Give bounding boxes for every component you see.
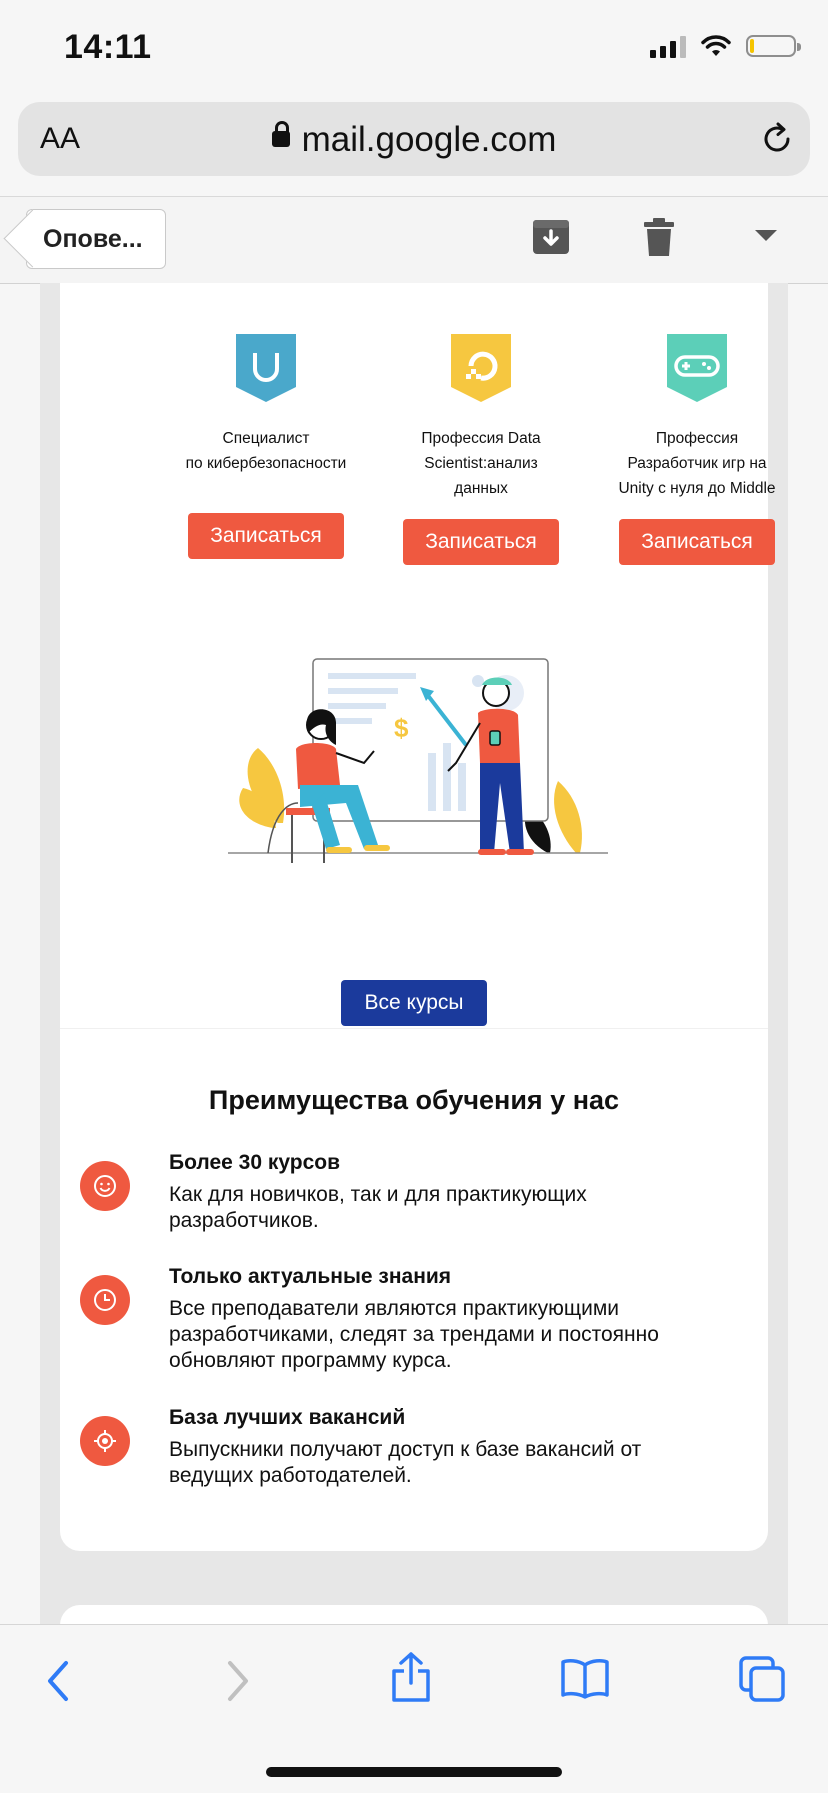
reload-icon[interactable] xyxy=(758,120,796,158)
advantage-title: База лучших вакансий xyxy=(169,1406,406,1429)
status-bar: 14:11 xyxy=(0,0,828,96)
tabs-icon[interactable] xyxy=(738,1655,786,1703)
wifi-icon xyxy=(701,35,731,56)
advantage-item: Только актуальные знания Все преподавате… xyxy=(80,1265,728,1375)
advantage-text: Все преподаватели являются практикующими… xyxy=(169,1297,659,1372)
back-to-folder-button[interactable]: Опове... xyxy=(26,209,166,269)
status-time: 14:11 xyxy=(64,28,152,66)
smiley-icon xyxy=(80,1161,130,1211)
advantage-title: Более 30 курсов xyxy=(169,1151,341,1174)
status-icons xyxy=(650,34,801,58)
mail-toolbar: Опове... xyxy=(0,196,828,284)
divider xyxy=(60,1028,768,1029)
email-card: Специалист по кибербезопасности Записать… xyxy=(60,283,776,1551)
url-display[interactable]: mail.google.com xyxy=(18,120,810,160)
enroll-button[interactable]: Записаться xyxy=(188,513,344,559)
advantage-item: Более 30 курсов Как для новичков, так и … xyxy=(80,1151,728,1232)
battery-icon xyxy=(746,35,801,57)
gamepad-icon xyxy=(667,334,727,402)
share-icon[interactable] xyxy=(390,1651,432,1703)
advantages-title: Преимущества обучения у нас xyxy=(208,1085,620,1115)
lock-icon xyxy=(271,120,290,147)
data-chart-icon xyxy=(451,334,511,402)
bookmarks-icon[interactable] xyxy=(560,1657,610,1699)
course-card-unity: Профессия Разработчик игр на Unity с нул… xyxy=(589,333,788,565)
enroll-button[interactable]: Записаться xyxy=(403,519,559,565)
course-card-data-science: Профессия Data Scientist:анализ данных З… xyxy=(373,333,589,565)
clock-icon xyxy=(80,1275,130,1325)
svg-text:$: $ xyxy=(394,713,409,743)
all-courses-button[interactable]: Все курсы xyxy=(341,980,487,1026)
advantage-title: Только актуальные знания xyxy=(169,1265,452,1288)
course-name: Профессия Разработчик игр на Unity с нул… xyxy=(618,430,776,497)
cellular-signal-icon xyxy=(650,34,686,58)
course-card-cybersecurity: Специалист по кибербезопасности Записать… xyxy=(158,333,374,559)
more-options-icon[interactable] xyxy=(755,230,777,241)
course-name: Профессия Data Scientist:анализ данных xyxy=(421,430,541,497)
advantage-text: Выпускники получают доступ к базе ваканс… xyxy=(169,1438,642,1487)
target-icon xyxy=(80,1416,130,1466)
url-text: mail.google.com xyxy=(301,120,557,159)
address-bar[interactable]: AA mail.google.com xyxy=(18,102,810,176)
next-email-card xyxy=(60,1605,768,1625)
forward-chevron-icon[interactable] xyxy=(222,1659,252,1703)
trash-icon[interactable] xyxy=(642,217,676,257)
email-body: Специалист по кибербезопасности Записать… xyxy=(40,283,788,1625)
shield-icon xyxy=(236,334,296,402)
presentation-illustration: $ xyxy=(228,658,608,863)
course-name: Специалист по кибербезопасности xyxy=(185,430,347,472)
archive-icon[interactable] xyxy=(532,219,570,255)
home-indicator xyxy=(266,1767,562,1777)
advantage-text: Как для новичков, так и для практикующих… xyxy=(169,1183,587,1232)
browser-bottom-toolbar xyxy=(0,1624,828,1793)
enroll-button[interactable]: Записаться xyxy=(619,519,775,565)
advantage-item: База лучших вакансий Выпускники получают… xyxy=(80,1406,728,1487)
back-chevron-icon[interactable] xyxy=(44,1659,74,1703)
